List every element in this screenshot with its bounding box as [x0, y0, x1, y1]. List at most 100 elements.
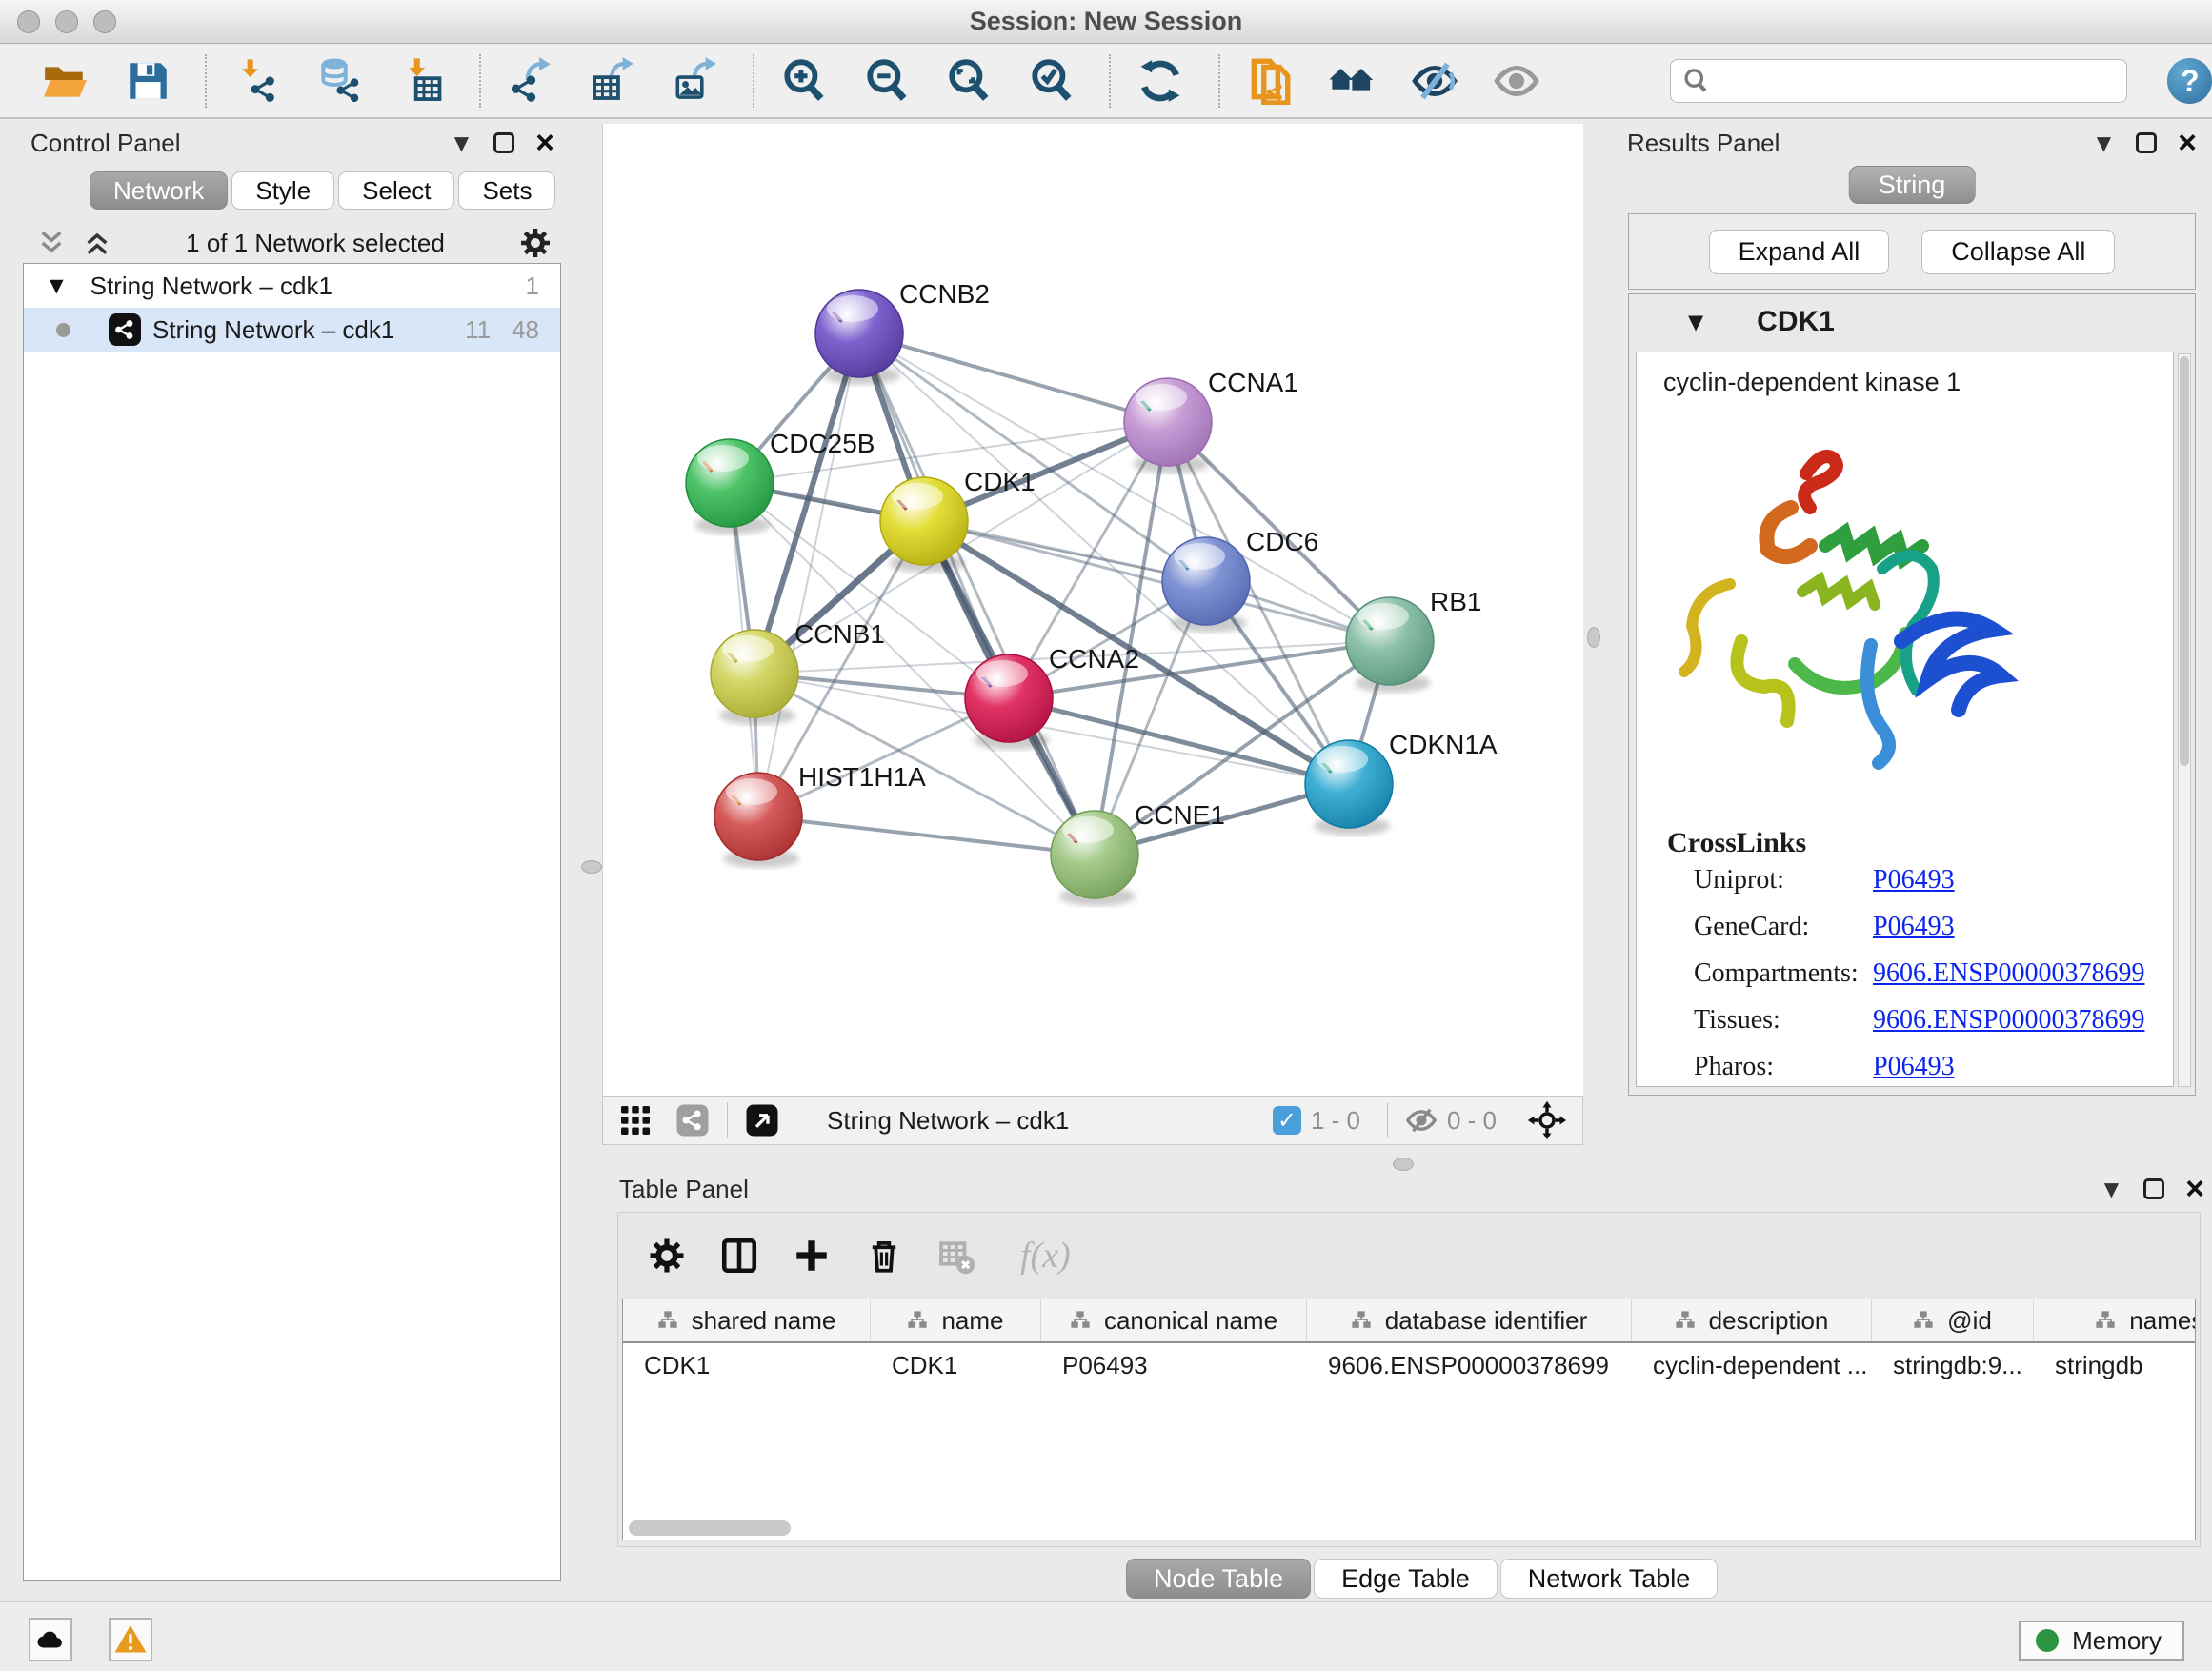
panel-menu-caret-icon[interactable]: ▼: [454, 131, 469, 154]
grid-view-icon[interactable]: [618, 1103, 653, 1137]
close-panel-icon[interactable]: ×: [2185, 1178, 2204, 1199]
node-CCNE1[interactable]: [1051, 811, 1138, 906]
open-session-button[interactable]: [40, 55, 90, 107]
column-header[interactable]: @id: [1872, 1299, 2034, 1341]
import-network-file-button[interactable]: [231, 55, 282, 107]
edge-HIST1H1A-CCNE1[interactable]: [758, 816, 1095, 855]
window-minimize-button[interactable]: [55, 10, 78, 33]
tab-network[interactable]: Network: [90, 171, 228, 210]
tab-edge-table[interactable]: Edge Table: [1314, 1559, 1498, 1599]
node-CDC25B[interactable]: [686, 439, 774, 534]
tab-string[interactable]: String: [1849, 166, 1976, 204]
collapse-all-button[interactable]: Collapse All: [1921, 230, 2115, 274]
save-session-button[interactable]: [123, 55, 173, 107]
panel-menu-caret-icon[interactable]: ▼: [2104, 1178, 2119, 1200]
detach-view-icon[interactable]: [745, 1103, 779, 1137]
expand-all-button[interactable]: Expand All: [1709, 230, 1890, 274]
tab-node-table[interactable]: Node Table: [1126, 1559, 1311, 1599]
crosslink-link[interactable]: P06493: [1873, 912, 1955, 942]
fit-content-icon: [945, 57, 993, 105]
import-table-button[interactable]: [396, 55, 447, 107]
function-builder-button[interactable]: f(x): [1020, 1235, 1071, 1277]
results-scrollbar[interactable]: [2178, 353, 2191, 1087]
node-CDC6[interactable]: [1162, 537, 1250, 633]
column-header[interactable]: database identifier: [1307, 1299, 1632, 1341]
node-CCNB1[interactable]: [711, 630, 798, 725]
gene-section-header[interactable]: ▼ CDK1: [1629, 294, 2195, 350]
network-graph[interactable]: CCNB2CCNA1CDC25BCDK1CDC6RB1CCNB1CCNA2CDK…: [603, 124, 1584, 1096]
clone-network-button[interactable]: [1245, 55, 1296, 107]
close-panel-icon[interactable]: ×: [535, 132, 554, 153]
fit-content-button[interactable]: [944, 55, 995, 107]
network-options-gear-icon[interactable]: [518, 226, 553, 260]
delete-column-button[interactable]: [862, 1234, 906, 1278]
network-canvas[interactable]: CCNB2CCNA1CDC25BCDK1CDC6RB1CCNB1CCNA2CDK…: [602, 124, 1583, 1096]
window-close-button[interactable]: [17, 10, 40, 33]
refresh-view-button[interactable]: [1136, 55, 1186, 107]
section-caret-icon[interactable]: ▼: [1688, 311, 1703, 333]
network-view-icon[interactable]: [675, 1103, 710, 1137]
node-CDKN1A[interactable]: [1305, 740, 1393, 836]
float-panel-icon[interactable]: [2143, 1178, 2164, 1199]
column-header[interactable]: shared name: [623, 1299, 871, 1341]
table-horizontal-scrollbar[interactable]: [629, 1520, 2191, 1536]
node-CCNA1[interactable]: [1124, 378, 1212, 473]
column-header[interactable]: description: [1632, 1299, 1872, 1341]
import-network-database-button[interactable]: [314, 55, 365, 107]
expand-all-icon[interactable]: [82, 228, 112, 258]
zoom-out-button[interactable]: [862, 55, 913, 107]
network-row[interactable]: String Network – cdk1 11 48: [24, 308, 560, 352]
crosslink-link[interactable]: P06493: [1873, 1052, 1955, 1082]
node-CDK1[interactable]: [880, 477, 968, 573]
results-scrollbar-thumb[interactable]: [2180, 356, 2189, 766]
delete-table-button[interactable]: [935, 1234, 978, 1278]
tab-network-table[interactable]: Network Table: [1500, 1559, 1719, 1599]
table-scrollbar-thumb[interactable]: [629, 1520, 791, 1536]
tab-style[interactable]: Style: [231, 171, 334, 210]
column-header[interactable]: namespace: [2034, 1299, 2196, 1341]
show-all-button[interactable]: [1492, 55, 1542, 107]
warnings-button[interactable]: [109, 1618, 152, 1661]
edge-CCNB2-HIST1H1A[interactable]: [758, 333, 859, 816]
memory-button[interactable]: Memory: [2019, 1621, 2184, 1661]
birds-eye-view-icon[interactable]: [1527, 1100, 1567, 1140]
help-button[interactable]: ?: [2167, 58, 2212, 104]
zoom-selected-button[interactable]: [1027, 55, 1077, 107]
node-HIST1H1A[interactable]: [714, 773, 802, 868]
bottom-splitter-handle[interactable]: [1393, 1158, 1414, 1171]
collection-caret-icon[interactable]: ▼: [50, 275, 64, 296]
window-zoom-button[interactable]: [93, 10, 116, 33]
close-panel-icon[interactable]: ×: [2178, 132, 2197, 153]
tab-select[interactable]: Select: [338, 171, 454, 210]
cloud-status-button[interactable]: [29, 1618, 72, 1661]
table-row[interactable]: CDK1CDK1P064939606.ENSP00000378699cyclin…: [623, 1343, 2195, 1387]
crosslink-link[interactable]: 9606.ENSP00000378699: [1873, 958, 2144, 989]
search-input[interactable]: [1717, 68, 2116, 95]
node-RB1[interactable]: [1346, 597, 1434, 693]
zoom-in-button[interactable]: [779, 55, 830, 107]
crosslink-link[interactable]: 9606.ENSP00000378699: [1873, 1005, 2144, 1036]
table-options-button[interactable]: [645, 1234, 689, 1278]
selected-checkbox-icon[interactable]: ✓: [1273, 1106, 1301, 1135]
crosslink-link[interactable]: P06493: [1873, 865, 1955, 896]
export-table-icon: [589, 57, 636, 105]
column-header[interactable]: canonical name: [1041, 1299, 1307, 1341]
home-button[interactable]: [1327, 55, 1377, 107]
export-network-button[interactable]: [506, 55, 556, 107]
tab-sets[interactable]: Sets: [458, 171, 555, 210]
column-header[interactable]: name: [871, 1299, 1041, 1341]
hide-selected-button[interactable]: [1410, 55, 1460, 107]
panel-menu-caret-icon[interactable]: ▼: [2097, 131, 2111, 154]
right-splitter-handle[interactable]: [1587, 627, 1600, 648]
float-panel-icon[interactable]: [493, 132, 514, 153]
edge-CCNB2-CCNA1[interactable]: [859, 333, 1168, 422]
collapse-all-icon[interactable]: [36, 228, 67, 258]
network-collection-row[interactable]: ▼ String Network – cdk1 1: [24, 264, 560, 308]
edge-CDK1-RB1[interactable]: [924, 521, 1390, 641]
export-table-button[interactable]: [588, 55, 638, 107]
show-columns-button[interactable]: [717, 1234, 761, 1278]
add-column-button[interactable]: [790, 1234, 834, 1278]
left-splitter-handle[interactable]: [581, 860, 602, 874]
float-panel-icon[interactable]: [2136, 132, 2157, 153]
export-image-button[interactable]: [671, 55, 721, 107]
